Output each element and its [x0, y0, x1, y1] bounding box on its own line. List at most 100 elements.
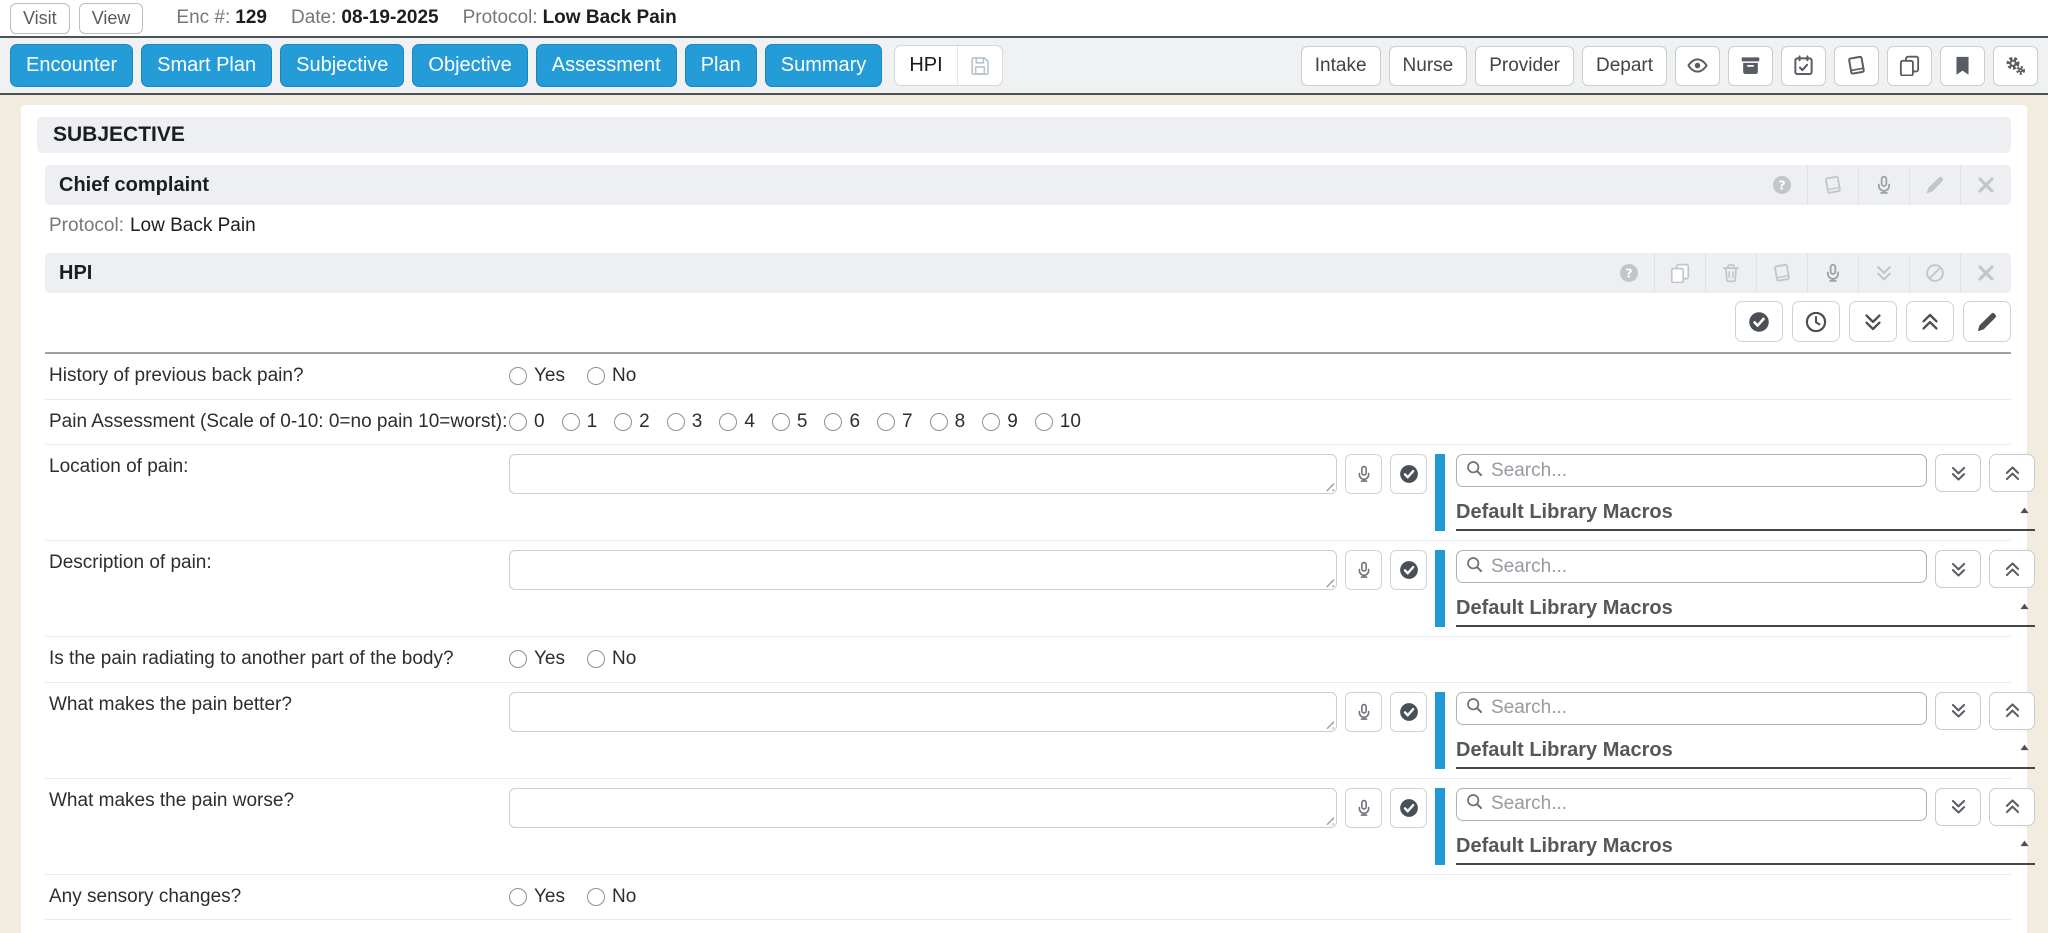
copy-icon-button[interactable] [1887, 46, 1932, 86]
ban-icon[interactable] [1909, 253, 1960, 293]
search-input[interactable] [1491, 460, 1917, 482]
check-circle-button[interactable] [1390, 788, 1427, 828]
radio-button[interactable] [509, 413, 527, 431]
book-icon[interactable] [1756, 253, 1807, 293]
help-icon[interactable]: ? [1757, 165, 1807, 205]
role-button-depart[interactable]: Depart [1582, 46, 1667, 86]
close-icon[interactable] [1960, 165, 2011, 205]
radio-option[interactable]: 5 [772, 411, 808, 433]
chevron-double-down-icon[interactable] [1858, 253, 1909, 293]
nav-tab-summary[interactable]: Summary [765, 44, 883, 87]
radio-button[interactable] [587, 888, 605, 906]
pencil-button[interactable] [1963, 301, 2011, 342]
help-icon[interactable]: ? [1604, 253, 1654, 293]
radio-button[interactable] [930, 413, 948, 431]
radio-button[interactable] [587, 650, 605, 668]
radio-option[interactable]: No [587, 365, 636, 387]
chevron-double-up-button[interactable] [1989, 692, 2035, 730]
macros-group-header[interactable]: Default Library Macros [1456, 495, 2035, 531]
chevron-double-up-button[interactable] [1989, 550, 2035, 588]
radio-option[interactable]: Yes [509, 886, 565, 908]
save-icon[interactable] [957, 46, 1002, 85]
text-input[interactable] [509, 550, 1337, 590]
check-circle-button[interactable] [1390, 454, 1427, 494]
close-icon[interactable] [1960, 253, 2011, 293]
role-button-nurse[interactable]: Nurse [1389, 46, 1468, 86]
chevron-double-down-button[interactable] [1935, 454, 1981, 492]
search-input[interactable] [1491, 697, 1917, 719]
macros-group-header[interactable]: Default Library Macros [1456, 829, 2035, 865]
role-button-intake[interactable]: Intake [1301, 46, 1381, 86]
radio-button[interactable] [877, 413, 895, 431]
radio-option[interactable]: 1 [562, 411, 598, 433]
nav-tab-encounter[interactable]: Encounter [10, 44, 133, 87]
microphone-button[interactable] [1345, 788, 1382, 828]
radio-option[interactable]: 9 [982, 411, 1018, 433]
radio-button[interactable] [772, 413, 790, 431]
book-icon-button[interactable] [1834, 46, 1879, 86]
active-document-tab[interactable]: HPI [894, 45, 1002, 86]
view-button[interactable]: View [79, 3, 144, 34]
role-button-provider[interactable]: Provider [1475, 46, 1574, 86]
radio-button[interactable] [509, 888, 527, 906]
chevron-double-down-button[interactable] [1849, 301, 1897, 342]
radio-button[interactable] [1035, 413, 1053, 431]
nav-tab-smart-plan[interactable]: Smart Plan [141, 44, 272, 87]
radio-button[interactable] [667, 413, 685, 431]
chevron-double-up-button[interactable] [1989, 788, 2035, 826]
radio-option[interactable]: 10 [1035, 411, 1081, 433]
microphone-icon[interactable] [1858, 165, 1909, 205]
check-circle-button[interactable] [1735, 301, 1783, 342]
chevron-double-up-button[interactable] [1989, 454, 2035, 492]
chevron-double-up-button[interactable] [1906, 301, 1954, 342]
check-circle-button[interactable] [1390, 550, 1427, 590]
text-input[interactable] [509, 454, 1337, 494]
radio-option[interactable]: 0 [509, 411, 545, 433]
microphone-button[interactable] [1345, 550, 1382, 590]
radio-option[interactable]: 7 [877, 411, 913, 433]
text-input[interactable] [509, 692, 1337, 732]
visit-button[interactable]: Visit [10, 3, 70, 34]
check-circle-button[interactable] [1390, 692, 1427, 732]
chevron-double-down-button[interactable] [1935, 550, 1981, 588]
macros-group-header[interactable]: Default Library Macros [1456, 733, 2035, 769]
radio-option[interactable]: 2 [614, 411, 650, 433]
radio-button[interactable] [614, 413, 632, 431]
trash-icon[interactable] [1705, 253, 1756, 293]
text-input[interactable] [509, 788, 1337, 828]
radio-option[interactable]: No [587, 886, 636, 908]
caret-up-icon[interactable] [2018, 600, 2031, 618]
chevron-double-down-button[interactable] [1935, 788, 1981, 826]
radio-option[interactable]: 8 [930, 411, 966, 433]
radio-option[interactable]: 3 [667, 411, 703, 433]
microphone-button[interactable] [1345, 454, 1382, 494]
pencil-icon[interactable] [1909, 165, 1960, 205]
caret-up-icon[interactable] [2018, 741, 2031, 759]
macros-group-header[interactable]: Default Library Macros [1456, 591, 2035, 627]
radio-option[interactable]: Yes [509, 648, 565, 670]
search-input[interactable] [1491, 556, 1917, 578]
microphone-icon[interactable] [1807, 253, 1858, 293]
bookmark-icon-button[interactable] [1940, 46, 1985, 86]
nav-tab-assessment[interactable]: Assessment [536, 44, 677, 87]
calendar-check-icon-button[interactable] [1781, 46, 1826, 86]
clock-button[interactable] [1792, 301, 1840, 342]
radio-button[interactable] [562, 413, 580, 431]
radio-option[interactable]: Yes [509, 365, 565, 387]
gears-icon-button[interactable] [1993, 46, 2038, 86]
radio-button[interactable] [719, 413, 737, 431]
eye-icon-button[interactable] [1675, 46, 1720, 86]
nav-tab-objective[interactable]: Objective [412, 44, 527, 87]
chevron-double-down-button[interactable] [1935, 692, 1981, 730]
microphone-button[interactable] [1345, 692, 1382, 732]
radio-option[interactable]: 4 [719, 411, 755, 433]
book-icon[interactable] [1807, 165, 1858, 205]
radio-option[interactable]: 6 [824, 411, 860, 433]
archive-icon-button[interactable] [1728, 46, 1773, 86]
caret-up-icon[interactable] [2018, 504, 2031, 522]
copy-icon[interactable] [1654, 253, 1705, 293]
nav-tab-plan[interactable]: Plan [685, 44, 757, 87]
radio-button[interactable] [982, 413, 1000, 431]
radio-button[interactable] [509, 650, 527, 668]
radio-button[interactable] [824, 413, 842, 431]
